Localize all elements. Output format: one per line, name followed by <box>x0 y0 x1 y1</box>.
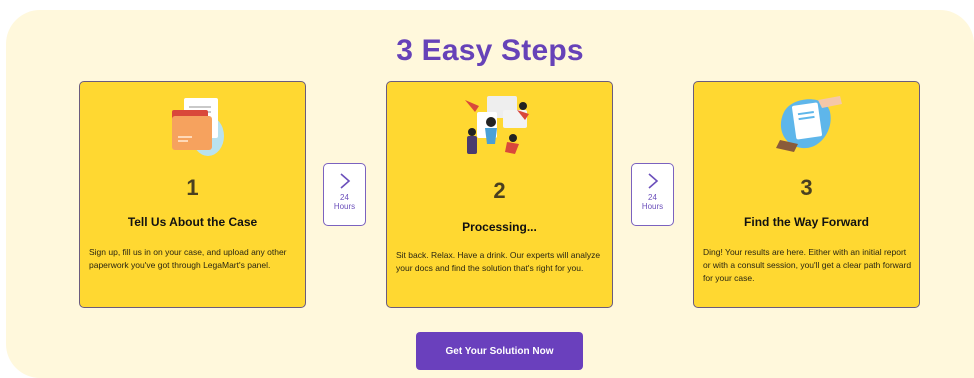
connector-hours-unit: Hours <box>641 202 664 211</box>
get-solution-button[interactable]: Get Your Solution Now <box>416 332 583 370</box>
folder-documents-icon <box>171 98 224 156</box>
step-card-2: 2 Processing... Sit back. Relax. Have a … <box>386 81 613 308</box>
step-card-3: 3 Find the Way Forward Ding! Your result… <box>693 81 920 308</box>
connector-hours-number: 24 <box>648 193 657 202</box>
team-processing-illustration <box>464 96 529 154</box>
time-connector-2: 24 Hours <box>631 163 674 226</box>
chevron-right-icon <box>339 173 350 189</box>
step-title: Processing... <box>462 220 537 234</box>
connector-hours-unit: Hours <box>333 202 356 211</box>
section-heading: 3 Easy Steps <box>396 34 584 67</box>
step-number: 1 <box>186 175 199 200</box>
step-title: Tell Us About the Case <box>127 215 258 229</box>
chevron-right-icon <box>647 173 658 189</box>
time-connector-1: 24 Hours <box>323 163 366 226</box>
step-description: Sign up, fill us in on your case, and up… <box>89 247 287 270</box>
connector-hours-number: 24 <box>340 193 349 202</box>
step-description: Ding! Your results are here. Either with… <box>703 247 912 283</box>
step-title: Find the Way Forward <box>744 215 869 229</box>
step-number: 3 <box>800 175 813 200</box>
step-number: 2 <box>493 178 506 203</box>
handover-document-icon <box>775 96 842 152</box>
step-card-1: 1 Tell Us About the Case Sign up, fill u… <box>79 81 306 308</box>
step-description: Sit back. Relax. Have a drink. Our exper… <box>396 250 601 273</box>
